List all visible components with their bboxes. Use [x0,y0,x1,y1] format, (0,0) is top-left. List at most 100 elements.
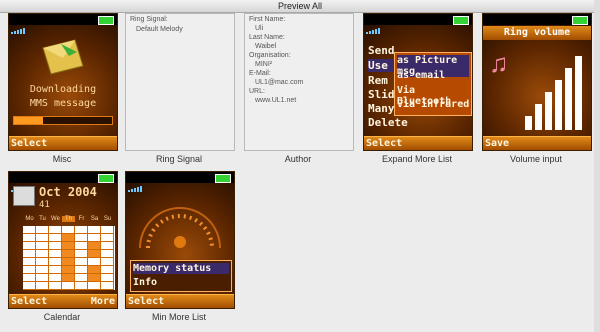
calendar-cell[interactable] [49,266,62,274]
calendar-day-header: Mo Tu We Th Fr Sa Su [23,216,115,225]
calendar-cell[interactable] [36,266,49,274]
caption-author: Author [284,154,312,164]
envelope-icon [42,39,84,75]
status-bar [364,14,472,34]
calendar-cell[interactable] [49,258,62,266]
calendar-cell[interactable] [75,274,88,282]
calendar-cell[interactable] [36,274,49,282]
soft-left-label[interactable]: Select [11,137,47,150]
menu-item-delete[interactable]: Delete [368,116,408,129]
submenu-email[interactable]: as email [397,70,445,81]
caption-volume: Volume input [509,154,563,164]
window-title: Preview All [277,1,322,11]
calendar-cell[interactable] [23,250,36,258]
window-resize-edge [594,0,600,332]
title-bar: Preview All [0,0,600,13]
battery-icon [453,16,469,25]
calendar-cell[interactable] [75,266,88,274]
soft-key-bar: Select [126,294,234,308]
calendar-cell[interactable] [36,282,49,290]
menu-item-info[interactable]: Info [133,277,157,288]
calendar-screen: Oct 2004 41 Mo Tu We Th Fr Sa Su Select More [8,171,118,309]
calendar-cell[interactable] [88,250,101,258]
submenu-infrared[interactable]: Via infrared [397,99,469,110]
calendar-cell[interactable] [88,226,101,234]
calendar-cell[interactable] [62,242,75,250]
calendar-cell[interactable] [75,258,88,266]
calendar-cell[interactable] [49,250,62,258]
soft-left-label[interactable]: Select [128,295,164,308]
calendar-cell[interactable] [23,266,36,274]
calendar-cell[interactable] [75,282,88,290]
calendar-icon [13,186,35,206]
volume-bars[interactable] [525,54,587,130]
calendar-cell[interactable] [62,282,75,290]
calendar-cell[interactable] [23,242,36,250]
soft-left-label[interactable]: Save [485,137,509,150]
calendar-cell[interactable] [101,274,114,282]
calendar-cell[interactable] [23,258,36,266]
calendar-cell[interactable] [23,274,36,282]
calendar-cell[interactable] [49,242,62,250]
status-bar [483,14,591,34]
calendar-cell[interactable] [62,234,75,242]
calendar-cell[interactable] [75,242,88,250]
calendar-day-label: Fr [78,216,85,222]
calendar-cell[interactable] [101,282,114,290]
menu-item-rem[interactable]: Rem [368,74,388,87]
calendar-cell[interactable] [49,274,62,282]
caption-calendar: Calendar [43,312,81,322]
soft-right-label[interactable]: More [91,295,115,308]
calendar-cell[interactable] [23,234,36,242]
calendar-cell[interactable] [36,226,49,234]
soft-left-label[interactable]: Select [366,137,402,150]
calendar-cell[interactable] [101,250,114,258]
calendar-cell[interactable] [88,242,101,250]
caption-misc: Misc [52,154,72,164]
calendar-day-label: Su [103,216,112,222]
calendar-cell[interactable] [23,226,36,234]
menu-item-slid[interactable]: Slid [368,88,395,101]
calendar-cell[interactable] [49,226,62,234]
calendar-cell[interactable] [49,234,62,242]
calendar-cell[interactable] [88,282,101,290]
calendar-cell[interactable] [36,250,49,258]
calendar-cell[interactable] [75,250,88,258]
calendar-cell[interactable] [88,258,101,266]
calendar-cell[interactable] [62,226,75,234]
volume-bar [575,56,582,130]
battery-icon [98,174,114,183]
calendar-cell[interactable] [101,226,114,234]
calendar-cell[interactable] [36,258,49,266]
menu-item-send[interactable]: Send [368,44,395,57]
status-bar [126,172,234,192]
calendar-cell[interactable] [49,282,62,290]
volume-bar [535,104,542,130]
menu-item-many[interactable]: Many [368,102,395,115]
calendar-cell[interactable] [101,266,114,274]
calendar-cell[interactable] [88,234,101,242]
menu-item-use[interactable]: Use [368,59,394,72]
calendar-cell[interactable] [75,234,88,242]
min-more-popup: Memory status Info [130,260,232,292]
calendar-cell[interactable] [101,242,114,250]
calendar-cell[interactable] [62,274,75,282]
calendar-cell[interactable] [101,234,114,242]
calendar-cell[interactable] [88,274,101,282]
calendar-cell[interactable] [88,266,101,274]
calendar-cell[interactable] [62,258,75,266]
calendar-cell[interactable] [62,266,75,274]
menu-item-memory-status[interactable]: Memory status [133,263,229,274]
calendar-cell[interactable] [23,282,36,290]
calendar-cell[interactable] [101,258,114,266]
calendar-cell[interactable] [62,250,75,258]
calendar-cell[interactable] [36,234,49,242]
volume-bar [565,68,572,130]
soft-left-label[interactable]: Select [11,295,47,308]
calendar-day-label: Sa [90,216,99,222]
calendar-cell[interactable] [75,226,88,234]
calendar-cell[interactable] [36,242,49,250]
calendar-grid[interactable] [23,226,115,290]
signal-icon [366,16,381,34]
battery-icon [215,174,231,183]
